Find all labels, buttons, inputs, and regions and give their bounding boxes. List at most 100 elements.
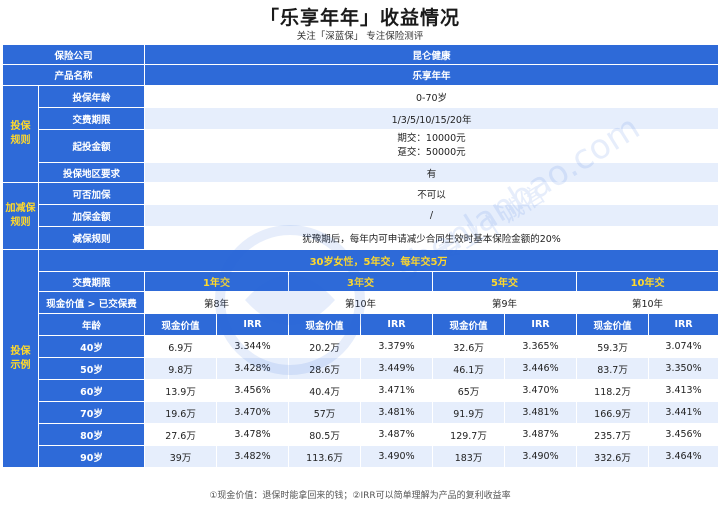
period-header: 3年交	[288, 271, 434, 292]
rule-label: 投保年龄	[37, 85, 146, 108]
irr-header: IRR	[216, 313, 290, 336]
irr-cell: 3.344%	[216, 335, 290, 358]
age-cell: 60岁	[37, 379, 146, 402]
rule-label: 减保规则	[37, 226, 146, 250]
cash-value-header: 现金价值	[432, 313, 506, 336]
cash-value-cell: 27.6万	[144, 423, 218, 446]
irr-cell: 3.428%	[216, 357, 290, 380]
irr-header: IRR	[504, 313, 578, 336]
company-value: 昆仑健康	[144, 44, 720, 65]
table-row: 40岁 6.9万 3.344% 20.2万 3.379% 32.6万 3.365…	[2, 335, 720, 358]
addreduce-row-amount: 加保金额 /	[3, 204, 720, 227]
example-banner-row: 投保 示例 30岁女性，5年交，每年交5万	[2, 249, 720, 468]
irr-cell: 3.413%	[648, 379, 720, 402]
cash-value-header: 现金价值	[288, 313, 362, 336]
rule-row-age: 投保 规则 投保年龄 0-70岁	[2, 85, 720, 183]
cash-value-cell: 91.9万	[432, 401, 506, 424]
product-table: 保险公司 昆仑健康 产品名称 乐享年年 投保 规则 投保年龄 0-70岁 交费期限…	[1, 44, 720, 468]
cash-value-cell: 80.5万	[288, 423, 362, 446]
irr-cell: 3.350%	[648, 357, 720, 380]
addreduce-row-reduce: 减保规则 犹豫期后，每年内可申请减少合同生效时基本保险金额的20%	[3, 226, 720, 250]
irr-cell: 3.490%	[360, 445, 434, 468]
irr-cell: 3.481%	[504, 401, 578, 424]
age-cell: 50岁	[37, 357, 146, 380]
footnote: ①现金价值：退保时能拿回来的钱；②IRR可以简单理解为产品的复利收益率	[209, 491, 511, 501]
rule-value: 1/3/5/10/15/20年	[144, 107, 720, 130]
breakeven-value: 第10年	[576, 291, 720, 314]
company-row: 保险公司 昆仑健康	[1, 44, 720, 65]
cash-value-cell: 39万	[144, 445, 218, 468]
irr-cell: 3.456%	[648, 423, 720, 446]
table-row: 70岁 19.6万 3.470% 57万 3.481% 91.9万 3.481%…	[2, 401, 720, 424]
irr-cell: 3.464%	[648, 445, 720, 468]
age-cell: 70岁	[37, 401, 146, 424]
cash-value-cell: 59.3万	[576, 335, 650, 358]
irr-cell: 3.470%	[504, 379, 578, 402]
cash-value-cell: 19.6万	[144, 401, 218, 424]
rule-label: 投保地区要求	[37, 162, 146, 183]
period-header: 1年交	[144, 271, 290, 292]
cash-value-cell: 40.4万	[288, 379, 362, 402]
company-label: 保险公司	[1, 44, 146, 65]
addreduce-group-label: 加减保 规则	[2, 182, 39, 250]
example-banner: 30岁女性，5年交，每年交5万	[37, 249, 720, 272]
irr-cell: 3.365%	[504, 335, 578, 358]
breakeven-label: 现金价值 > 已交保费	[37, 291, 146, 314]
rule-value: 有	[144, 162, 720, 183]
irr-cell: 3.441%	[648, 401, 720, 424]
rule-label: 起投金额	[37, 129, 146, 163]
period-header-row: 交费期限 1年交 3年交 5年交 10年交	[3, 271, 720, 292]
rule-row-period: 交费期限 1/3/5/10/15/20年	[3, 107, 720, 130]
rule-row-amount: 起投金额 期交：10000元 趸交：50000元	[3, 129, 720, 163]
rule-value: 0-70岁	[144, 85, 720, 108]
cash-value-header: 现金价值	[576, 313, 650, 336]
rule-label: 交费期限	[37, 107, 146, 130]
cash-value-cell: 57万	[288, 401, 362, 424]
cash-value-cell: 46.1万	[432, 357, 506, 380]
product-value: 乐享年年	[144, 64, 720, 86]
cash-value-cell: 113.6万	[288, 445, 362, 468]
addreduce-row-can-add: 加减保 规则 可否加保 不可以	[2, 182, 720, 250]
age-cell: 80岁	[37, 423, 146, 446]
column-header-row: 年龄 现金价值 IRR 现金价值 IRR 现金价值 IRR 现金价值 IRR	[3, 313, 720, 336]
cash-value-cell: 20.2万	[288, 335, 362, 358]
rule-value-line: 趸交：50000元	[397, 147, 466, 158]
cash-value-cell: 129.7万	[432, 423, 506, 446]
cash-value-cell: 28.6万	[288, 357, 362, 380]
age-cell: 40岁	[37, 335, 146, 358]
irr-cell: 3.487%	[504, 423, 578, 446]
irr-cell: 3.379%	[360, 335, 434, 358]
table-row: 60岁 13.9万 3.456% 40.4万 3.471% 65万 3.470%…	[2, 379, 720, 402]
irr-cell: 3.487%	[360, 423, 434, 446]
page-title: 「乐享年年」收益情况	[259, 7, 460, 29]
table-row: 50岁 9.8万 3.428% 28.6万 3.449% 46.1万 3.446…	[2, 357, 720, 380]
cash-value-header: 现金价值	[144, 313, 218, 336]
rule-label: 可否加保	[37, 182, 146, 205]
irr-cell: 3.482%	[216, 445, 290, 468]
irr-cell: 3.481%	[360, 401, 434, 424]
breakeven-row: 现金价值 > 已交保费 第8年 第10年 第9年 第10年	[3, 291, 720, 314]
irr-cell: 3.478%	[216, 423, 290, 446]
cash-value-cell: 32.6万	[432, 335, 506, 358]
age-header: 年龄	[37, 313, 146, 336]
product-label: 产品名称	[1, 64, 146, 86]
product-row: 产品名称 乐享年年	[1, 64, 720, 86]
rules-group-label: 投保 规则	[2, 85, 39, 183]
cash-value-cell: 9.8万	[144, 357, 218, 380]
period-header: 5年交	[432, 271, 578, 292]
cash-value-cell: 65万	[432, 379, 506, 402]
rule-value: 犹豫期后，每年内可申请减少合同生效时基本保险金额的20%	[144, 226, 720, 250]
breakeven-value: 第8年	[144, 291, 290, 314]
rule-row-region: 投保地区要求 有	[3, 162, 720, 183]
irr-cell: 3.471%	[360, 379, 434, 402]
breakeven-value: 第10年	[288, 291, 434, 314]
irr-cell: 3.446%	[504, 357, 578, 380]
irr-cell: 3.470%	[216, 401, 290, 424]
rule-value-line: 期交：10000元	[397, 133, 466, 144]
irr-header: IRR	[360, 313, 434, 336]
table-row: 80岁 27.6万 3.478% 80.5万 3.487% 129.7万 3.4…	[2, 423, 720, 446]
cash-value-cell: 6.9万	[144, 335, 218, 358]
cash-value-cell: 83.7万	[576, 357, 650, 380]
cash-value-cell: 118.2万	[576, 379, 650, 402]
cash-value-cell: 332.6万	[576, 445, 650, 468]
